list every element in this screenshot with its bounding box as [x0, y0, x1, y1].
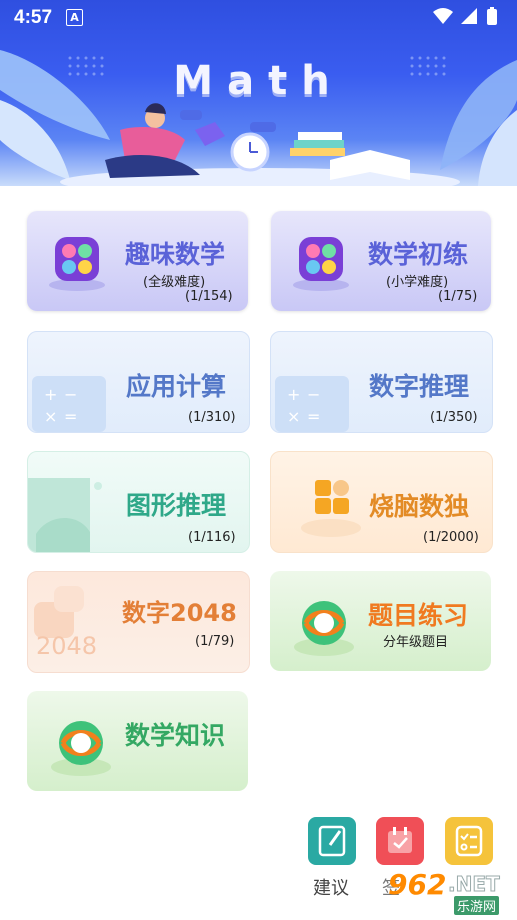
- globe-icon: [294, 601, 354, 656]
- status-icons: [433, 7, 497, 25]
- calendar-icon: [388, 827, 412, 853]
- svg-text:+: +: [44, 385, 57, 404]
- calculator-icon: [49, 237, 105, 291]
- watermark-logo: 962 .NET 乐游网: [384, 866, 514, 916]
- sudoku-grid-icon: [301, 480, 361, 537]
- notification-icon: A: [66, 9, 83, 26]
- card-exercises[interactable]: 题目练习 分年级题目: [270, 571, 491, 671]
- calculator-watermark-icon: + − × =: [275, 376, 349, 432]
- card-title: 趣味数学: [125, 240, 226, 269]
- battery-icon: [487, 9, 497, 25]
- card-count: (1/310): [188, 410, 236, 425]
- card-math-knowledge[interactable]: 数学知识: [27, 691, 248, 791]
- shape-watermark-icon: [28, 478, 102, 552]
- card-count: (1/154): [185, 289, 233, 304]
- edit-icon: [318, 825, 346, 857]
- tile-2048-text: 2048: [36, 632, 98, 660]
- status-bar: 4:57 A: [0, 0, 517, 36]
- card-count: (1/116): [188, 530, 236, 545]
- card-subtitle: (全级难度): [143, 275, 206, 290]
- watermark-sub: 乐游网: [454, 896, 500, 915]
- svg-text:×: ×: [287, 407, 300, 426]
- card-subtitle: (小学难度): [386, 275, 449, 290]
- card-2048[interactable]: 2048 数字2048 (1/79): [27, 571, 250, 673]
- svg-text:−: −: [307, 385, 320, 404]
- svg-text:+: +: [287, 385, 300, 404]
- watermark-main: 962: [388, 868, 447, 901]
- banner-title: Math: [173, 58, 344, 104]
- svg-text:=: =: [64, 407, 77, 426]
- globe-icon: [51, 721, 111, 776]
- calculator-watermark-icon: + − × =: [32, 376, 106, 432]
- card-count: (1/350): [430, 410, 478, 425]
- card-title: 烧脑数独: [369, 492, 470, 521]
- watermark-net: .NET: [448, 872, 501, 897]
- checkin-button[interactable]: [376, 817, 424, 865]
- calculator-icon: [293, 237, 349, 291]
- checklist-icon: [455, 825, 483, 857]
- svg-text:=: =: [307, 407, 320, 426]
- card-title: 题目练习: [368, 601, 469, 630]
- suggest-button[interactable]: [308, 817, 356, 865]
- card-title: 数字2048: [122, 599, 237, 627]
- card-shape-reasoning[interactable]: 图形推理 (1/116): [27, 451, 250, 553]
- card-title: 应用计算: [126, 372, 227, 401]
- card-count: (1/2000): [423, 530, 479, 545]
- card-sudoku[interactable]: 烧脑数独 (1/2000): [270, 451, 493, 553]
- card-title: 图形推理: [126, 491, 227, 520]
- tasks-button[interactable]: [445, 817, 493, 865]
- svg-text:×: ×: [44, 407, 57, 426]
- card-applied-calc[interactable]: + − × = 应用计算 (1/310): [27, 331, 250, 433]
- status-time: 4:57: [14, 7, 53, 28]
- card-title: 数学知识: [125, 721, 226, 750]
- card-count: (1/75): [438, 289, 478, 304]
- card-number-reasoning[interactable]: + − × = 数字推理 (1/350): [270, 331, 493, 433]
- svg-text:−: −: [64, 385, 77, 404]
- signal-icon: [461, 8, 477, 24]
- card-math-beginner[interactable]: 数学初练 (小学难度) (1/75): [271, 211, 491, 311]
- card-fun-math[interactable]: 趣味数学 (全级难度) (1/154): [27, 211, 248, 311]
- card-count: (1/79): [195, 634, 235, 649]
- suggest-label: 建议: [313, 878, 349, 899]
- wifi-icon: [433, 8, 453, 24]
- card-subtitle: 分年级题目: [383, 635, 449, 650]
- card-title: 数学初练: [368, 240, 469, 269]
- card-title: 数字推理: [369, 372, 470, 401]
